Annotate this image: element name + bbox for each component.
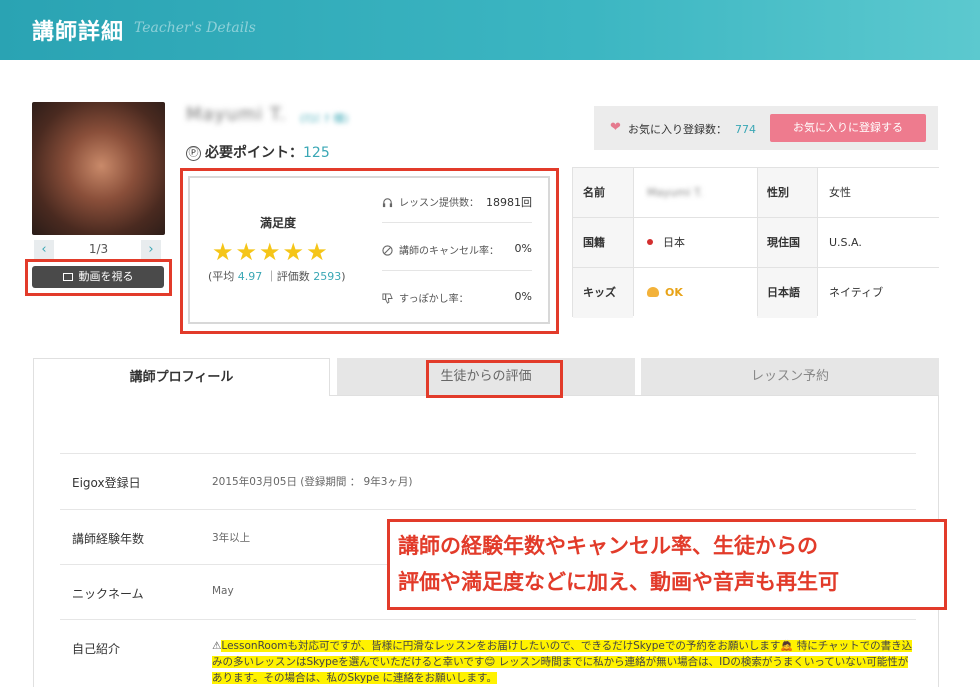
- favorite-count: お気に入り登録数： 774: [628, 121, 756, 137]
- info-key-nationality: 国籍: [573, 218, 633, 268]
- page-title: 講師詳細: [32, 20, 125, 45]
- favorite-count-label: お気に入り登録数：: [628, 123, 727, 136]
- info-key-kids: キッズ: [573, 268, 633, 318]
- info-val-name: Mayumi T.: [633, 168, 757, 218]
- highlight-box-stats: [180, 168, 559, 334]
- callout-line-1: 講師の経験年数やキャンセル率、生徒からの: [398, 534, 818, 558]
- callout-line-2: 評価や満足度などに加え、動画や音声も再生可: [398, 570, 839, 594]
- teacher-name: Mayumi T.: [186, 104, 287, 125]
- teacher-photo[interactable]: [32, 102, 165, 235]
- nickname-label: ニックネーム: [72, 587, 144, 601]
- heart-icon: ❤: [610, 120, 621, 135]
- profile-row-intro: 自己紹介 ⚠LessonRoomも対応可ですが、皆様に円滑なレッスンをお届けした…: [60, 619, 916, 687]
- intro-text: ⚠LessonRoomも対応可ですが、皆様に円滑なレッスンをお届けしたいので、で…: [212, 638, 917, 686]
- registration-value: 2015年03月05日 (登録期間 ： 9年3ヶ月): [212, 476, 413, 488]
- experience-label: 講師経験年数: [72, 532, 145, 546]
- divider: [757, 168, 758, 316]
- divider: [817, 168, 818, 316]
- add-favorite-button[interactable]: お気に入りに登録する: [770, 114, 926, 142]
- profile-row-registration: Eigox登録日 2015年03月05日 (登録期間 ： 9年3ヶ月): [60, 453, 916, 509]
- info-val-japanese: ネイティブ: [817, 268, 939, 318]
- info-key-japanese: 日本語: [757, 268, 817, 318]
- tab-lesson-booking[interactable]: レッスン予約: [641, 358, 939, 396]
- info-name-text: Mayumi T.: [647, 186, 703, 199]
- japan-flag-icon: [647, 239, 653, 245]
- annotation-callout: 講師の経験年数やキャンセル率、生徒からの 評価や満足度などに加え、動画や音声も再…: [387, 519, 947, 610]
- info-key-name: 名前: [573, 168, 633, 218]
- page-header: 講師詳細 Teacher's Details: [0, 0, 980, 60]
- points-icon: Ⓟ: [186, 146, 201, 161]
- info-key-gender: 性別: [757, 168, 817, 218]
- highlight-box-video: [25, 259, 172, 296]
- nickname-value: May: [212, 585, 234, 597]
- kids-ok-text: OK: [665, 286, 683, 299]
- page-subtitle: Teacher's Details: [134, 20, 256, 36]
- experience-value: 3年以上: [212, 532, 251, 544]
- teacher-info-table: 名前 Mayumi T. 性別 女性 国籍 日本 現住国 U.S.A. キッズ …: [572, 167, 939, 318]
- intro-label: 自己紹介: [72, 642, 121, 656]
- info-key-residence: 現住国: [757, 218, 817, 268]
- warning-icon: ⚠: [212, 640, 222, 652]
- nationality-text: 日本: [663, 236, 685, 249]
- registration-label: Eigox登録日: [72, 476, 141, 490]
- required-points: Ⓟ 必要ポイント：125: [186, 142, 330, 162]
- info-val-nationality: 日本: [633, 218, 757, 268]
- favorite-box: ❤ お気に入り登録数： 774 お気に入りに登録する: [594, 106, 938, 150]
- points-label: 必要ポイント：: [205, 145, 303, 161]
- divider: [633, 168, 634, 316]
- callout-text: 講師の経験年数やキャンセル率、生徒からの 評価や満足度などに加え、動画や音声も再…: [398, 528, 943, 600]
- info-val-kids: OK: [633, 268, 757, 318]
- tab-teacher-profile[interactable]: 講師プロフィール: [33, 358, 330, 396]
- info-val-gender: 女性: [817, 168, 939, 218]
- next-photo-button[interactable]: ›: [141, 240, 161, 260]
- intro-highlight: LessonRoomも対応可ですが、皆様に円滑なレッスンをお届けしたいので、でき…: [212, 640, 913, 684]
- points-value: 125: [303, 145, 330, 161]
- teacher-name-kana: (ﾏﾕﾐ ﾃ 様): [300, 112, 349, 125]
- kids-icon: [647, 287, 659, 297]
- favorite-count-value: 774: [735, 123, 756, 136]
- photo-pager: ‹ 1/3 ›: [32, 240, 165, 260]
- info-val-residence: U.S.A.: [817, 218, 939, 268]
- highlight-box-reviews-tab: [426, 360, 563, 398]
